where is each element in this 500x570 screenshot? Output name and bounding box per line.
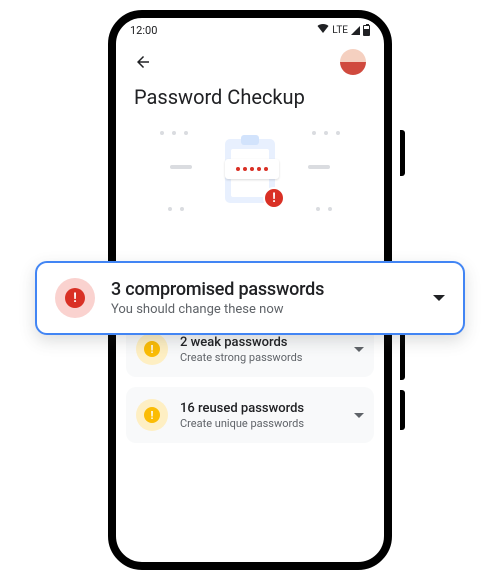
phone-side-button (400, 390, 405, 430)
back-arrow-icon[interactable] (134, 53, 152, 71)
app-bar (116, 39, 384, 81)
compromised-passwords-callout[interactable]: ! 3 compromised passwords You should cha… (35, 261, 465, 335)
checkup-illustration: ! (116, 119, 384, 243)
signal-icon (351, 26, 360, 35)
weak-subtitle: Create strong passwords (180, 351, 342, 364)
warning-icon: ! (136, 399, 168, 431)
avatar[interactable] (340, 49, 366, 75)
callout-title: 3 compromised passwords (111, 279, 417, 300)
status-right: LTE (317, 24, 370, 37)
alert-icon: ! (55, 278, 95, 318)
chevron-down-icon (433, 295, 445, 301)
network-label: LTE (332, 25, 348, 36)
alert-badge-icon: ! (263, 187, 285, 209)
reused-title: 16 reused passwords (180, 401, 342, 416)
chevron-down-icon (354, 347, 364, 352)
battery-icon (363, 25, 370, 36)
clipboard-icon: ! (225, 139, 275, 203)
wifi-icon (317, 24, 329, 37)
callout-subtitle: You should change these now (111, 302, 417, 317)
reused-passwords-item[interactable]: ! 16 reused passwords Create unique pass… (126, 387, 374, 443)
reused-subtitle: Create unique passwords (180, 417, 342, 430)
phone-side-button (400, 130, 405, 176)
page-title: Password Checkup (116, 81, 384, 119)
weak-title: 2 weak passwords (180, 335, 342, 350)
status-time: 12:00 (130, 24, 157, 37)
warning-icon: ! (136, 333, 168, 365)
status-bar: 12:00 LTE (116, 18, 384, 39)
chevron-down-icon (354, 413, 364, 418)
